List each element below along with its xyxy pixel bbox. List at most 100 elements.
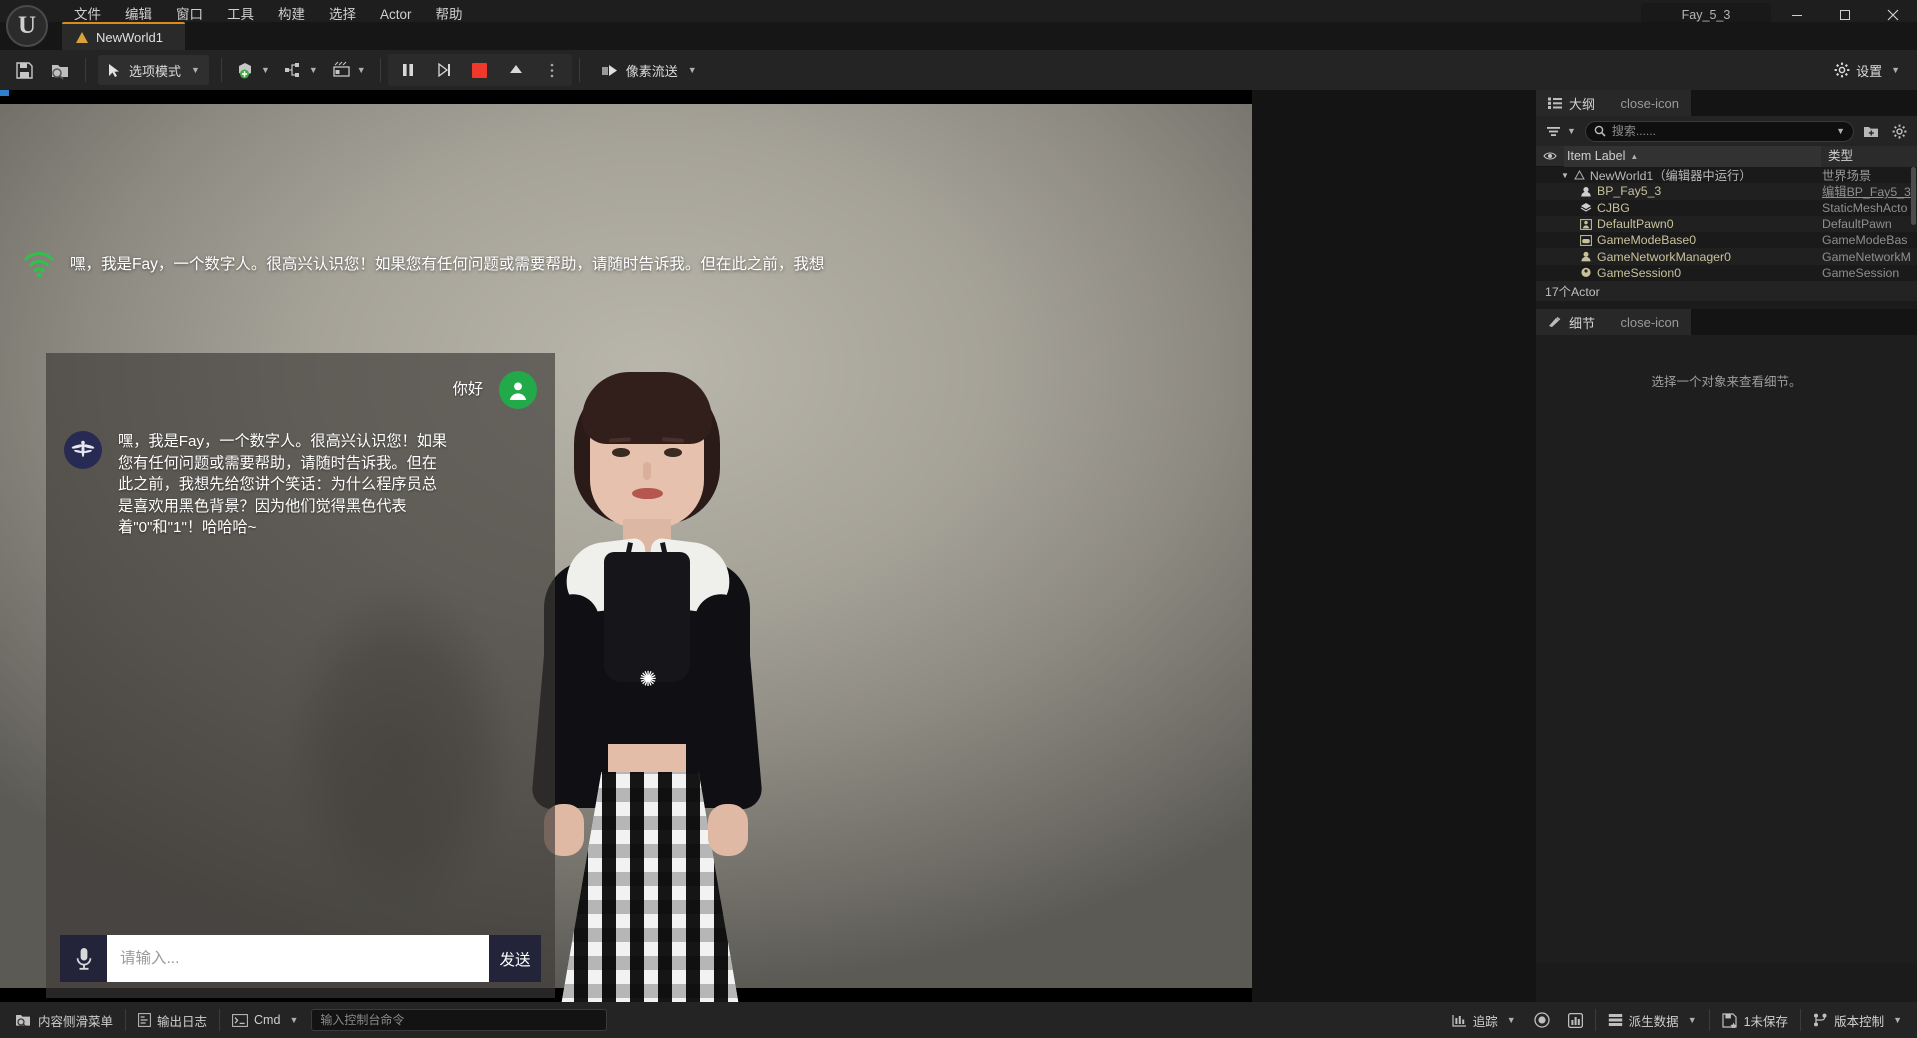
tab-details[interactable]: 细节 close-icon	[1536, 309, 1691, 336]
pause-button[interactable]	[392, 55, 424, 85]
outliner-row-gamenetworkmanager0[interactable]: GameNetworkManager0	[1536, 250, 1821, 264]
console-command-input[interactable]	[311, 1009, 608, 1031]
table-row[interactable]: BP_Fay5_3 编辑BP_Fay5_3	[1536, 182, 1917, 200]
toolbar-separator-1	[85, 58, 86, 82]
chevron-down-icon: ▼	[687, 65, 697, 75]
outliner-scrollbar[interactable]	[1911, 167, 1916, 225]
chat-message-bot: 嘿，我是Fay，一个数字人。很高兴认识您！如果您有任何问题或需要帮助，请随时告诉…	[64, 431, 537, 539]
content-browser-button[interactable]	[44, 55, 76, 85]
row-label: GameModeBase0	[1597, 233, 1697, 248]
unsaved-button[interactable]: 1未保存	[1713, 1007, 1797, 1033]
close-icon[interactable]: close-icon	[1602, 96, 1679, 111]
send-button[interactable]: 发送	[489, 935, 541, 982]
cinematics-button[interactable]: ▼	[327, 55, 371, 85]
console-icon	[232, 1013, 248, 1027]
outliner-row-bp-fay5-3[interactable]: BP_Fay5_3	[1536, 184, 1821, 198]
outliner-row-newworld1[interactable]: ▼ NewWorld1（编辑器中运行）	[1536, 166, 1821, 184]
pixel-streaming-dropdown[interactable]: 像素流送 ▼	[592, 55, 706, 85]
toolbar-right-group: 设置 ▼	[1825, 55, 1909, 85]
row-type: GameModeBas	[1822, 233, 1908, 248]
stats-button[interactable]	[1559, 1007, 1592, 1033]
microphone-button[interactable]	[60, 935, 107, 982]
maximize-icon	[1840, 9, 1850, 20]
save-button[interactable]	[8, 55, 40, 85]
play-more-options-button[interactable]	[536, 55, 568, 85]
level-viewport[interactable]: ✺ 嘿，我是Fay，一个数字人。很高兴认识您！如果您有任何问题或需要帮助，请随时…	[0, 90, 1252, 1002]
new-folder-icon	[1864, 127, 1878, 137]
table-row[interactable]: CJBG StaticMeshActo	[1536, 199, 1917, 216]
new-folder-button[interactable]	[1860, 120, 1882, 142]
unreal-logo[interactable]: U	[6, 5, 48, 47]
column-item-label[interactable]: Item Label ▲	[1564, 145, 1821, 167]
outliner-search-box[interactable]: ▼	[1584, 120, 1854, 142]
row-type: DefaultPawn	[1822, 217, 1892, 232]
row-type: GameNetworkM	[1822, 249, 1911, 264]
outliner-column-header: Item Label ▲ 类型	[1536, 145, 1917, 167]
column-type[interactable]: 类型	[1821, 145, 1917, 167]
filter-button[interactable]: ▼	[1543, 123, 1579, 140]
chat-message-user: 你好	[64, 371, 537, 409]
network-icon	[1581, 252, 1591, 262]
outliner-settings-button[interactable]	[1888, 120, 1910, 142]
cmd-dropdown[interactable]: Cmd ▼	[223, 1007, 307, 1033]
more-options-icon	[550, 63, 554, 77]
record-button[interactable]	[1525, 1007, 1559, 1033]
source-control-dropdown[interactable]: 版本控制 ▼	[1804, 1007, 1911, 1033]
output-log-button[interactable]: 输出日志	[129, 1007, 216, 1033]
chevron-down-icon: ▼	[1891, 65, 1900, 75]
toolbar-separator-2	[220, 58, 222, 82]
cmd-label: Cmd	[254, 1013, 281, 1027]
unreal-editor-window: 文件 编辑 窗口 工具 构建 选择 Actor 帮助 Fay_5_3 NewWo…	[0, 0, 1917, 1038]
tab-outliner[interactable]: 大纲 close-icon	[1536, 90, 1691, 116]
unsaved-icon	[1722, 1012, 1737, 1028]
settings-dropdown[interactable]: 设置 ▼	[1825, 55, 1909, 85]
trace-dropdown[interactable]: 追踪 ▼	[1443, 1007, 1525, 1033]
add-actor-button[interactable]: ▼	[231, 55, 275, 85]
chat-message-list: 你好 嘿，我是Fay，一个数字人。很高兴认识您！如果您有任何问题或需要帮助，请随…	[46, 353, 555, 925]
outliner-row-defaultpawn0[interactable]: DefaultPawn0	[1536, 217, 1821, 231]
derived-data-dropdown[interactable]: 派生数据 ▼	[1599, 1007, 1706, 1033]
frame-skip-button[interactable]	[428, 55, 460, 85]
content-drawer-button[interactable]: 内容侧滑菜单	[6, 1007, 122, 1033]
visibility-eye-icon[interactable]	[1536, 151, 1564, 161]
level-tab-newworld1[interactable]: NewWorld1	[62, 22, 185, 50]
close-icon[interactable]: close-icon	[1602, 315, 1679, 330]
outliner-row-gamesession0[interactable]: GameSession0	[1536, 266, 1821, 280]
outliner-search-input[interactable]	[1611, 124, 1828, 138]
record-icon	[1534, 1012, 1550, 1028]
derived-data-icon	[1608, 1014, 1622, 1026]
chevron-down-icon: ▼	[1506, 1015, 1516, 1025]
select-mode-icon	[109, 63, 119, 77]
chat-input[interactable]	[107, 935, 489, 982]
blueprints-icon	[284, 63, 299, 77]
table-row[interactable]: GameNetworkManager0 GameNetworkM	[1536, 248, 1917, 265]
selection-mode-label: 选项模式	[129, 63, 182, 79]
chevron-down-icon[interactable]: ▼	[1836, 126, 1845, 136]
selection-mode-dropdown[interactable]: 选项模式 ▼	[98, 55, 209, 85]
outliner-row-cjbg[interactable]: CJBG	[1536, 201, 1821, 215]
chevron-down-icon: ▼	[308, 65, 318, 75]
level-tab-label: NewWorld1	[96, 29, 163, 45]
table-row[interactable]: GameModeBase0 GameModeBas	[1536, 232, 1917, 249]
pause-icon	[402, 64, 413, 76]
default-pawn-icon	[1580, 218, 1592, 230]
source-control-label: 版本控制	[1834, 1014, 1885, 1029]
search-icon	[1594, 125, 1606, 137]
table-row[interactable]: ▼ NewWorld1（编辑器中运行） 世界场景	[1536, 166, 1917, 184]
level-icon	[76, 31, 89, 43]
outliner-row-gamemodebase0[interactable]: GameModeBase0	[1536, 233, 1821, 247]
eject-button[interactable]	[500, 55, 532, 85]
play-controls-group	[387, 54, 572, 86]
outliner-tab-row: 大纲 close-icon	[1536, 90, 1917, 116]
row-label: BP_Fay5_3	[1597, 184, 1662, 199]
row-type-link[interactable]: 编辑BP_Fay5_3	[1821, 182, 1917, 200]
table-row[interactable]: DefaultPawn0 DefaultPawn	[1536, 215, 1917, 233]
blueprints-button[interactable]: ▼	[279, 55, 323, 85]
microphone-icon	[76, 947, 91, 970]
table-row[interactable]: GameSession0 GameSession	[1536, 264, 1917, 282]
save-icon	[15, 61, 33, 79]
expand-arrow-icon[interactable]: ▼	[1561, 171, 1569, 180]
chevron-down-icon: ▼	[1567, 126, 1576, 136]
stop-button[interactable]	[464, 55, 496, 85]
details-body: 选择一个对象来查看细节。	[1536, 335, 1917, 964]
